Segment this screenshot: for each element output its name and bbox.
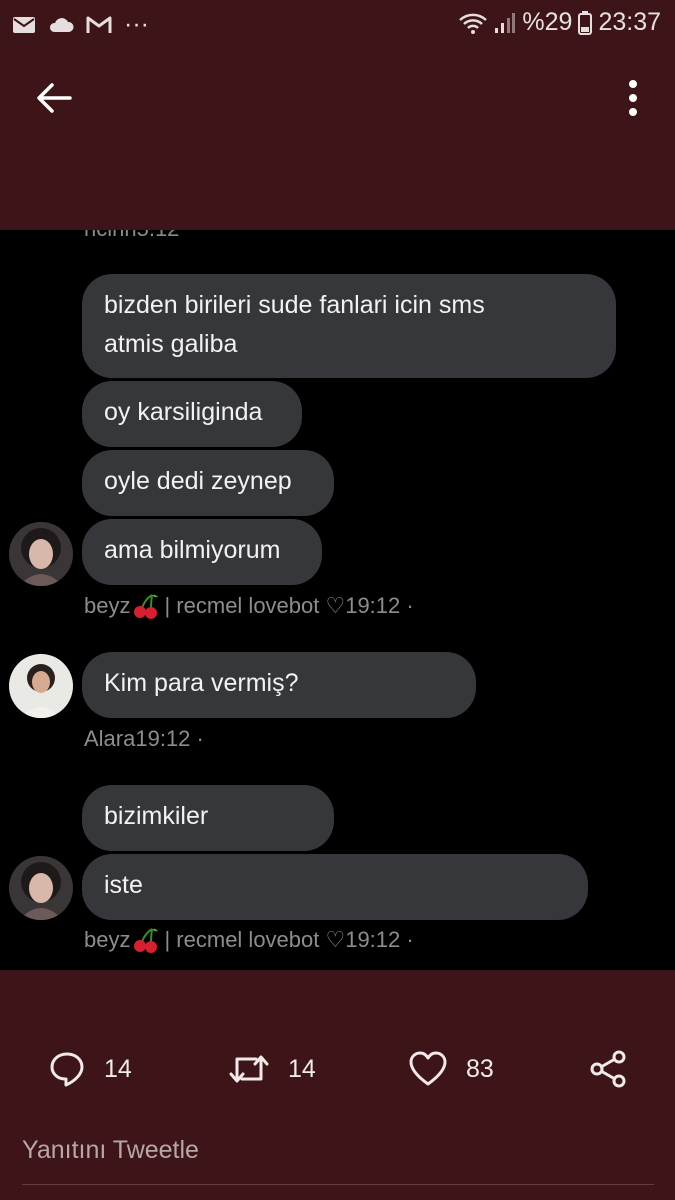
heart-icon (409, 1051, 447, 1086)
cloud-icon (49, 17, 74, 32)
retweet-count: 14 (288, 1054, 316, 1083)
gmail-icon (86, 16, 112, 33)
message-meta: Alara19:12 · (84, 726, 204, 752)
like-count: 83 (466, 1054, 494, 1083)
meta-rest: | recmel lovebot ♡19:12 · (164, 593, 414, 618)
cut-off-meta: ncinn5.12 (84, 230, 179, 242)
meta-rest: | recmel lovebot ♡19:12 · (164, 927, 414, 952)
battery-icon (578, 10, 593, 35)
wifi-icon (459, 13, 488, 34)
battery-percent: %29 (522, 8, 573, 36)
chat-bubble: iste (82, 854, 588, 920)
status-right: %29 23:37 (458, 8, 661, 37)
comment-icon (50, 1052, 84, 1087)
sender-name: beyz (84, 593, 131, 618)
status-bar: ··· %29 23:37 (0, 0, 675, 46)
divider (22, 1184, 654, 1185)
message-meta: beyz | recmel lovebot ♡19:12 · (84, 926, 414, 954)
cherry-icon (134, 594, 159, 619)
back-button[interactable] (30, 74, 78, 122)
chat-bubble: ama bilmiyorum (82, 519, 322, 585)
cherry-icon (134, 928, 159, 953)
sender-name: Alara19:12 · (84, 726, 204, 751)
retweet-button[interactable]: 14 (228, 1050, 316, 1088)
message-meta: beyz | recmel lovebot ♡19:12 · (84, 592, 414, 620)
reply-input[interactable]: Yanıtını Tweetle (22, 1136, 199, 1165)
share-button[interactable] (588, 1050, 628, 1088)
reply-button[interactable]: 14 (48, 1050, 132, 1088)
chat-bubble: bizimkiler (82, 785, 334, 851)
more-dots-icon: ··· (124, 10, 149, 38)
vertical-dots-icon (629, 80, 637, 116)
chat-bubble: bizden birileri sude fanlari icin sms at… (82, 274, 616, 378)
reply-count: 14 (104, 1054, 132, 1083)
chat-bubble: oy karsiliginda (82, 381, 302, 447)
chat-bubble: Kim para vermiş? (82, 652, 476, 718)
more-options-button[interactable] (621, 74, 645, 122)
arrow-left-icon (37, 83, 72, 113)
signal-icon (495, 12, 516, 33)
sender-name: beyz (84, 927, 131, 952)
mail-icon (13, 16, 35, 33)
tweet-actions: 14 14 83 (0, 1040, 675, 1100)
like-button[interactable]: 83 (408, 1050, 494, 1088)
clock: 23:37 (598, 8, 661, 36)
avatar (9, 522, 73, 586)
status-left-icons: ··· (12, 10, 149, 39)
avatar (9, 856, 73, 920)
retweet-icon (229, 1055, 269, 1083)
chat-bubble: oyle dedi zeynep (82, 450, 334, 516)
tweet-media-image[interactable]: ncinn5.12 bizden birileri sude fanlari i… (0, 230, 675, 970)
app-bar (0, 60, 675, 136)
share-icon (590, 1050, 626, 1088)
avatar (9, 654, 73, 718)
